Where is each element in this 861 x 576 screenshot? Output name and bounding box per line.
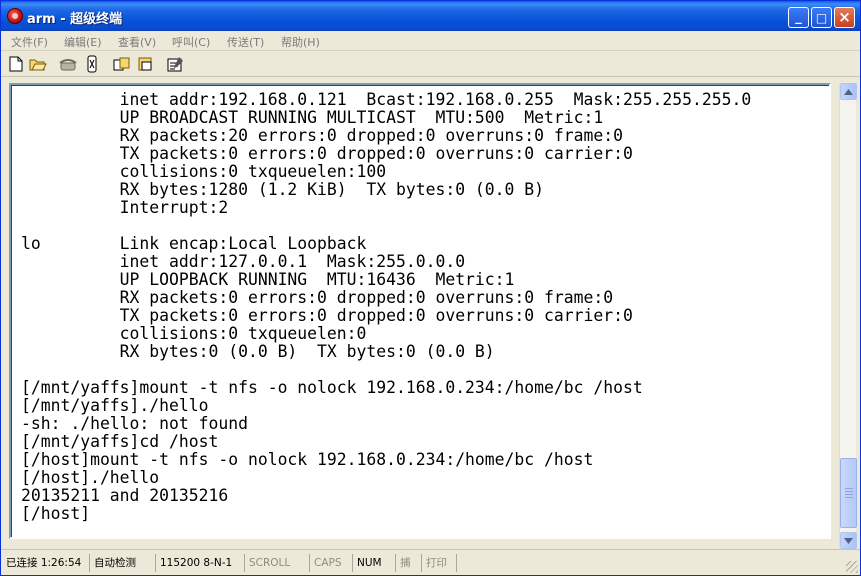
terminal-output[interactable]: inet addr:192.168.0.121 Bcast:192.168.0.… (21, 91, 821, 531)
close-button[interactable]: × (834, 7, 855, 28)
chevron-up-icon (844, 88, 853, 95)
receive-icon[interactable] (137, 55, 155, 73)
status-auto-detect: 自动检测 (89, 554, 155, 572)
minimize-icon: _ (795, 10, 802, 25)
resize-grip-icon[interactable] (846, 561, 858, 573)
terminal-line: TX packets:0 errors:0 dropped:0 overruns… (21, 144, 633, 163)
terminal-line: inet addr:127.0.0.1 Mask:255.0.0.0 (21, 252, 466, 271)
terminal-line: lo Link encap:Local Loopback (21, 234, 367, 253)
status-num: NUM (352, 554, 395, 572)
terminal-line: Interrupt:2 (21, 198, 229, 217)
terminal-line: inet addr:192.168.0.121 Bcast:192.168.0.… (21, 91, 752, 109)
window-title: arm - 超级终端 (27, 12, 123, 27)
terminal-line: collisions:0 txqueuelen:0 (21, 324, 367, 343)
title-bar[interactable]: arm - 超级终端 _ □ × (1, 1, 860, 31)
maximize-button[interactable]: □ (811, 7, 832, 28)
terminal-line: [/mnt/yaffs]cd /host (21, 432, 219, 451)
terminal-line: [/mnt/yaffs]mount -t nfs -o nolock 192.1… (21, 378, 643, 397)
terminal-line: RX bytes:0 (0.0 B) TX bytes:0 (0.0 B) (21, 342, 495, 361)
terminal-line: RX packets:20 errors:0 dropped:0 overrun… (21, 126, 623, 145)
status-caps: CAPS (309, 554, 352, 572)
menu-file[interactable]: 文件(F) (11, 34, 48, 50)
status-port-settings: 115200 8-N-1 (155, 554, 244, 572)
menu-view[interactable]: 查看(V) (118, 34, 156, 50)
minimize-button[interactable]: _ (788, 7, 809, 28)
menu-help[interactable]: 帮助(H) (281, 34, 320, 50)
hyperterminal-window: arm - 超级终端 _ □ × 文件(F) 编辑(E) 查看(V) 呼叫(C)… (0, 0, 861, 576)
properties-icon[interactable] (167, 55, 185, 73)
disconnect-icon[interactable] (83, 55, 101, 73)
terminal-line: collisions:0 txqueuelen:100 (21, 162, 387, 181)
phone-call-icon[interactable] (59, 55, 77, 73)
menu-transfer[interactable]: 传送(T) (227, 34, 264, 50)
scroll-up-button[interactable] (840, 83, 857, 100)
scroll-down-button[interactable] (840, 532, 857, 549)
status-connection-time: 已连接 1:26:54 (6, 557, 82, 569)
chevron-down-icon (844, 537, 853, 544)
new-file-icon[interactable] (7, 55, 25, 73)
terminal-line: UP LOOPBACK RUNNING MTU:16436 Metric:1 (21, 270, 515, 289)
terminal-line: UP BROADCAST RUNNING MULTICAST MTU:500 M… (21, 108, 604, 127)
menu-edit[interactable]: 编辑(E) (64, 34, 102, 50)
terminal-line: RX packets:0 errors:0 dropped:0 overruns… (21, 288, 614, 307)
toolbar (1, 52, 860, 77)
status-bar: 已连接 1:26:54 自动检测 115200 8-N-1 SCROLL CAP… (1, 549, 860, 575)
send-icon[interactable] (113, 55, 131, 73)
open-folder-icon[interactable] (29, 55, 47, 73)
close-icon: × (838, 8, 851, 26)
scrollbar-thumb[interactable] (840, 458, 857, 528)
terminal-line: [/host]./hello (21, 468, 160, 487)
terminal-line: -sh: ./hello: not found (21, 414, 248, 433)
menu-call[interactable]: 呼叫(C) (172, 34, 210, 50)
status-scroll: SCROLL (244, 554, 309, 572)
status-capture: 捕 (395, 554, 421, 572)
terminal-line: RX bytes:1280 (1.2 KiB) TX bytes:0 (0.0 … (21, 180, 545, 199)
terminal-line: [/host] (21, 504, 91, 523)
maximize-icon: □ (815, 10, 828, 25)
status-print: 打印 (421, 554, 457, 572)
menu-bar: 文件(F) 编辑(E) 查看(V) 呼叫(C) 传送(T) 帮助(H) (1, 31, 860, 51)
terminal-line: 20135211 and 20135216 (21, 486, 229, 505)
terminal-line: TX packets:0 errors:0 dropped:0 overruns… (21, 306, 633, 325)
terminal-frame: inet addr:192.168.0.121 Bcast:192.168.0.… (9, 83, 831, 539)
hyperterminal-app-icon[interactable] (7, 8, 23, 24)
vertical-scrollbar[interactable] (839, 83, 857, 549)
terminal-line: [/mnt/yaffs]./hello (21, 396, 209, 415)
terminal-line: [/host]mount -t nfs -o nolock 192.168.0.… (21, 450, 594, 469)
